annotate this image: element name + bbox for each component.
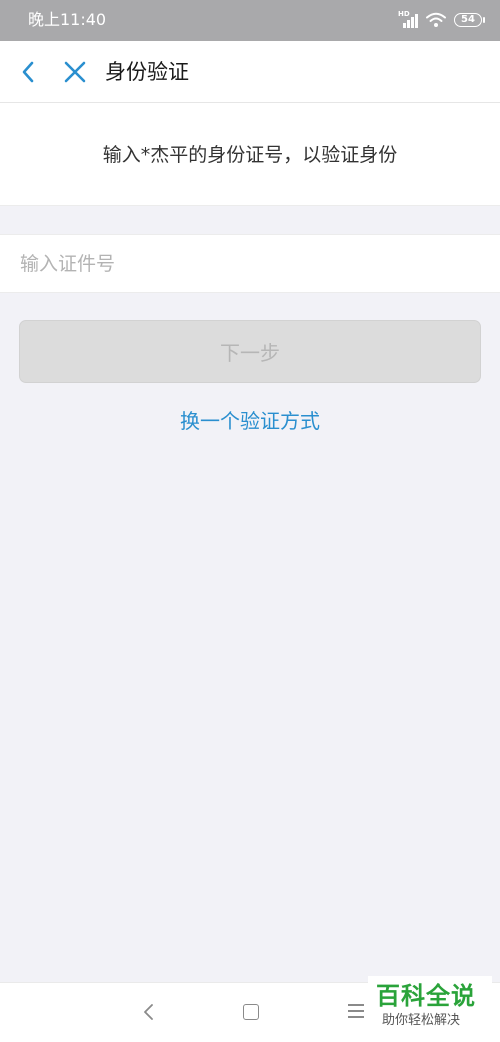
wifi-icon [426,12,446,27]
prompt-area: 输入*杰平的身份证号，以验证身份 [0,103,500,206]
close-icon [64,61,86,83]
chevron-left-icon [22,61,34,83]
nav-bar: 身份验证 [0,41,500,103]
system-back-icon[interactable] [140,1001,158,1023]
close-button[interactable] [60,58,90,86]
watermark-tagline: 助你轻松解决 [382,1013,461,1028]
verification-prompt: 输入*杰平的身份证号，以验证身份 [102,144,398,166]
switch-verification-method-link[interactable]: 换一个验证方式 [0,406,500,436]
battery-icon: 54 [454,13,485,27]
status-bar: 晚上11:40 HD 54 [0,0,500,41]
screen: 晚上11:40 HD 54 身份验证 输入*杰平的身份证号，以验证身份 输入证件… [0,0,500,1042]
battery-level: 54 [461,14,475,25]
watermark: 百科全说 助你轻松解决 [368,976,492,1038]
next-step-button[interactable]: 下一步 [19,320,481,383]
status-time: 晚上11:40 [28,10,107,29]
back-button[interactable] [14,58,42,86]
status-icons: HD 54 [398,10,485,30]
page-title: 身份验证 [105,60,189,84]
system-home-icon[interactable] [243,1004,259,1020]
network-type-label: HD [398,10,410,18]
cellular-signal-icon: HD [398,10,418,29]
system-menu-icon[interactable] [348,1004,364,1018]
id-input-row [0,234,500,293]
watermark-logo-text: 百科全说 [376,982,476,1010]
id-number-input[interactable] [20,235,480,292]
